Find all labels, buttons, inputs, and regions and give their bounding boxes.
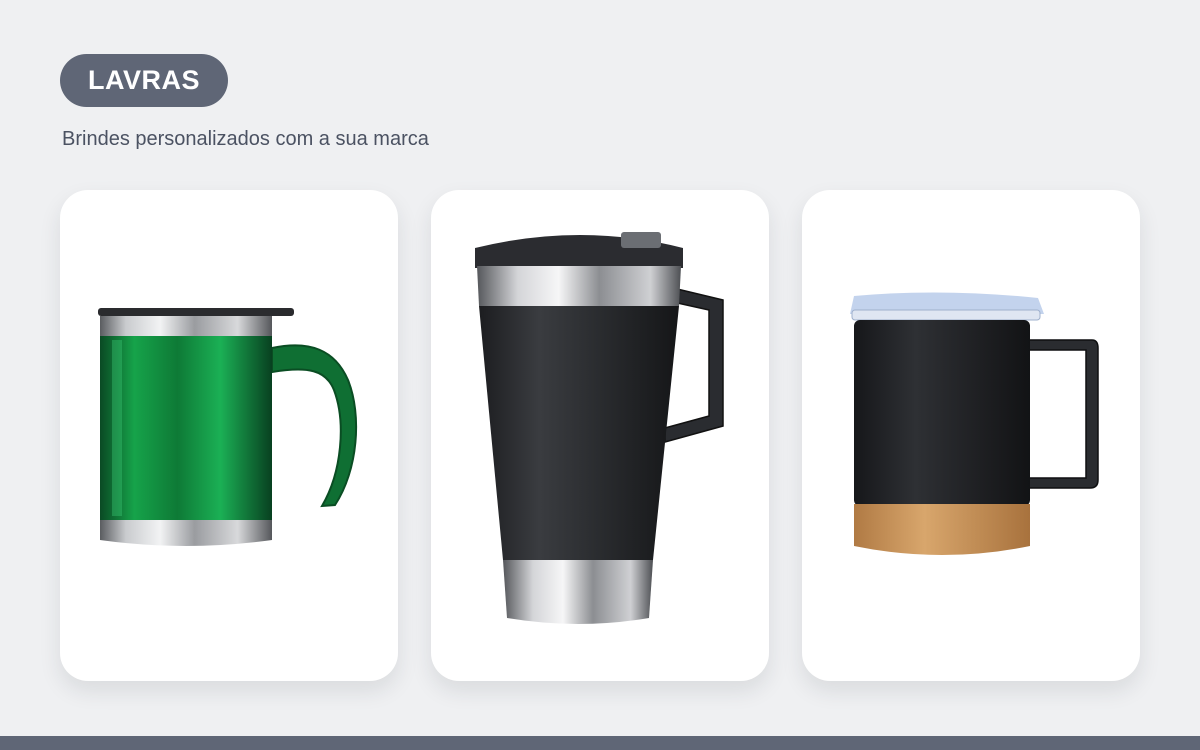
black-cork-base-mug-image [850, 292, 1099, 555]
green-acrylic-steel-mug-image [98, 308, 358, 546]
black-steel-pint-tumbler-image [475, 232, 724, 624]
product-card[interactable] [431, 190, 769, 681]
brand-badge: LAVRAS [60, 54, 229, 107]
product-card[interactable] [60, 190, 398, 681]
tagline: Brindes personalizados com a sua marca [62, 128, 429, 150]
product-card[interactable] [802, 190, 1140, 681]
footer-bar [0, 736, 1200, 750]
